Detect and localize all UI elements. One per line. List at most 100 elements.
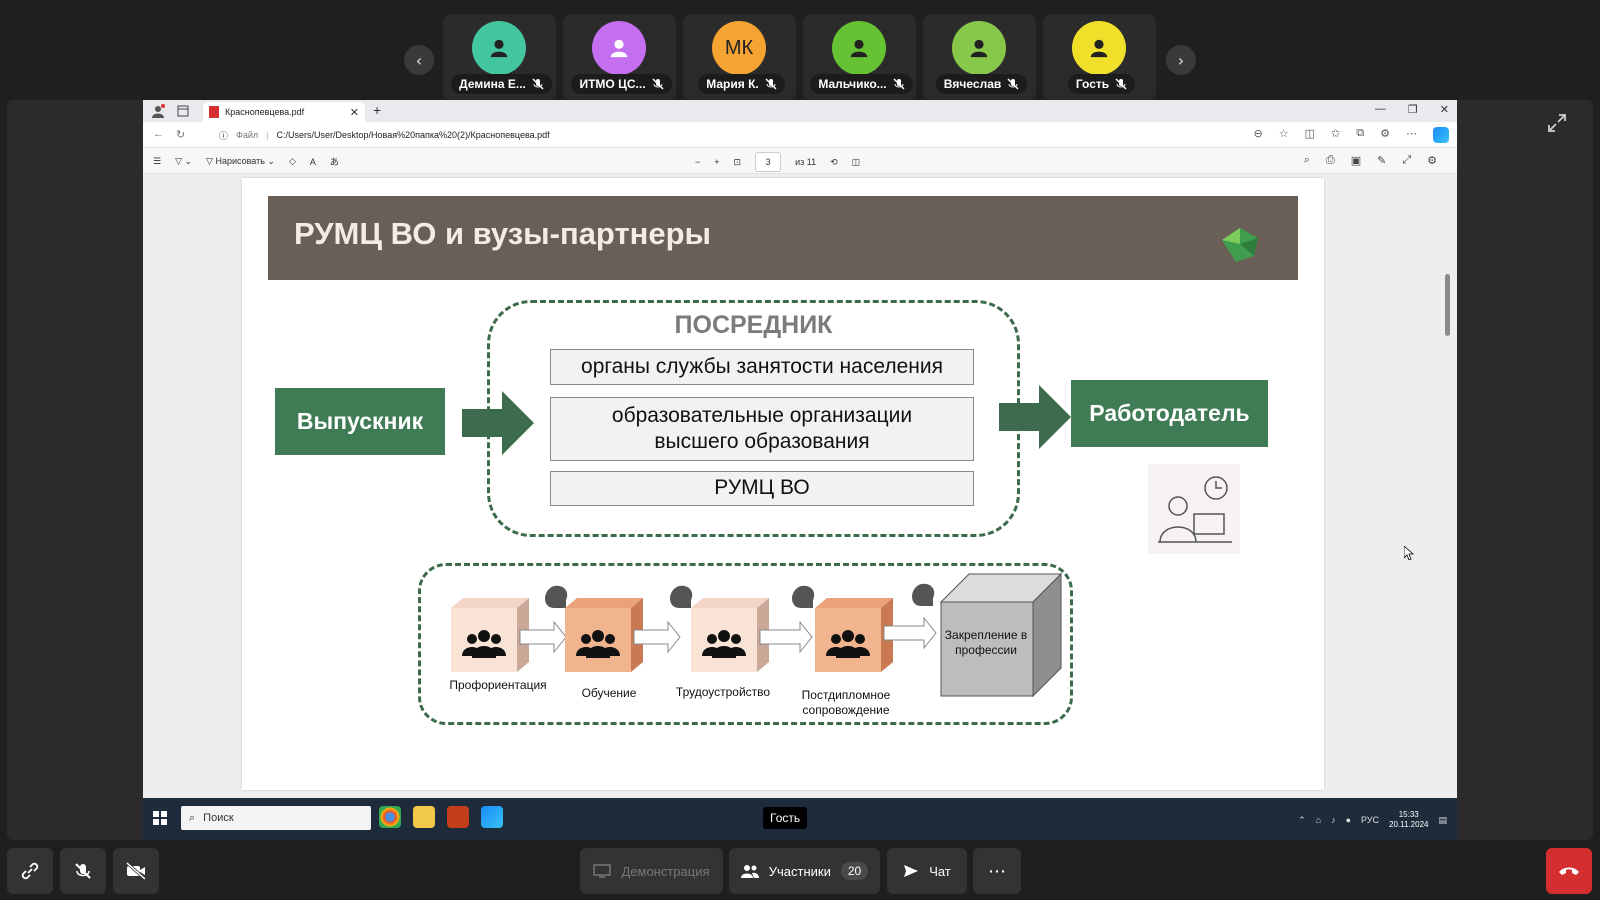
phone-hangup-icon <box>1559 867 1579 875</box>
fullscreen-pdf-icon[interactable]: ⤢ <box>1402 154 1411 167</box>
page-view-icon[interactable]: ◫ <box>852 157 861 168</box>
page-number-input[interactable]: 3 <box>755 152 782 172</box>
settings-icon[interactable]: ⚙ <box>1427 154 1437 167</box>
clock-time: 15:33 <box>1398 810 1419 819</box>
fit-page-icon[interactable]: ⊡ <box>734 157 742 168</box>
mute-button[interactable] <box>60 848 106 894</box>
participant-tile[interactable]: Вячеслав <box>923 14 1036 100</box>
participant-name: Вячеслав <box>943 77 1002 91</box>
participant-tile[interactable]: Гость <box>1043 14 1156 100</box>
person-icon <box>610 39 628 58</box>
page-total: из 11 <box>795 157 817 167</box>
info-icon[interactable]: ⓘ <box>219 129 228 142</box>
minimize-button[interactable]: — <box>1375 103 1386 116</box>
notifications-icon[interactable]: ▤ <box>1438 815 1447 826</box>
mic-off-icon <box>532 78 544 90</box>
mediator-item: образовательные организации высшего обра… <box>550 397 974 461</box>
participant-tile[interactable]: МК Мария К. <box>683 14 796 100</box>
step-label: Профориентация <box>449 678 547 692</box>
url-field[interactable]: ⓘ Файл | C:/Users/User/Desktop/Новая%20п… <box>213 126 1343 144</box>
language-indicator[interactable]: РУС <box>1361 815 1379 825</box>
mediator-group: ПОСРЕДНИК органы службы занятости населе… <box>487 300 1020 537</box>
eraser-icon[interactable]: ◇ <box>289 156 296 167</box>
presenter-label: Гость <box>763 807 808 829</box>
url-scheme-label: Файл <box>236 130 259 140</box>
taskbar-search[interactable]: ⌕ Поиск <box>181 806 371 830</box>
copilot-icon[interactable] <box>1433 127 1449 143</box>
next-participants-button[interactable]: › <box>1166 45 1196 75</box>
collections-icon[interactable]: ⧉ <box>1356 127 1364 143</box>
camera-button[interactable] <box>113 848 159 894</box>
chat-label: Чат <box>929 863 951 879</box>
copy-link-button[interactable] <box>7 848 53 894</box>
translate-icon[interactable]: あ <box>330 155 339 168</box>
zoom-icon[interactable]: ⊖ <box>1254 127 1263 143</box>
print-icon[interactable]: ⎙ <box>1326 154 1335 167</box>
edge-icon[interactable] <box>481 806 503 828</box>
back-icon[interactable]: ← <box>153 128 164 141</box>
participant-tile[interactable]: Демина Е... <box>443 14 556 100</box>
chat-button[interactable]: Чат <box>887 848 967 894</box>
person-icon <box>970 39 988 58</box>
maximize-button[interactable]: ❐ <box>1408 103 1418 116</box>
participant-tile[interactable]: Мальчико... <box>803 14 916 100</box>
tab-pdf[interactable]: Краснопевцева.pdf ✕ <box>203 102 365 122</box>
close-window-button[interactable]: ✕ <box>1440 103 1449 116</box>
pdf-viewer[interactable]: РУМЦ ВО и вузы-партнеры Выпускник ПОСРЕД… <box>143 174 1457 798</box>
close-tab-icon[interactable]: ✕ <box>350 106 359 119</box>
windows-taskbar: ⌕ Поиск Гость ⌃ ⌂ ♪ ● РУС 15:33 20.11.20… <box>143 798 1457 840</box>
fullscreen-icon[interactable] <box>1545 111 1569 135</box>
employee-at-desk-icon <box>1148 464 1240 554</box>
avatar: МК <box>712 21 766 75</box>
search-icon[interactable]: ⌕ <box>1304 154 1310 167</box>
participants-strip: ‹ Демина Е... ИТМО ЦС... МК Мария К. Мал… <box>0 7 1600 100</box>
volume-icon[interactable]: ♪ <box>1331 815 1336 825</box>
step-label: Постдипломное сопровождение <box>801 688 891 717</box>
file-explorer-icon[interactable] <box>413 806 435 828</box>
more-options-button[interactable]: ⋯ <box>973 848 1021 894</box>
gem-logo-icon <box>1222 228 1258 262</box>
participant-tile[interactable]: ИТМО ЦС... <box>563 14 676 100</box>
avatar <box>952 21 1006 75</box>
reload-icon[interactable]: ↻ <box>176 128 185 141</box>
draw-tool[interactable]: ▽ Нарисовать ⌄ <box>206 156 275 167</box>
new-tab-button[interactable]: + <box>373 102 381 118</box>
slide-header: РУМЦ ВО и вузы-партнеры <box>268 196 1298 280</box>
extensions-icon[interactable]: ⚙ <box>1380 127 1390 143</box>
highlight-icon[interactable]: ▽ ⌄ <box>175 156 192 167</box>
rotate-icon[interactable]: ⟲ <box>830 157 838 168</box>
person-icon <box>1090 39 1108 58</box>
scrollbar-thumb[interactable] <box>1445 274 1450 336</box>
tab-bar: Краснопевцева.pdf ✕ + — ❐ ✕ <box>143 100 1457 122</box>
video-conference-window: ‹ Демина Е... ИТМО ЦС... МК Мария К. Мал… <box>0 0 1600 900</box>
zoom-out-icon[interactable]: − <box>695 157 700 167</box>
powerpoint-icon[interactable] <box>447 806 469 828</box>
favorite-icon[interactable]: ☆ <box>1279 127 1289 143</box>
contents-icon[interactable]: ☰ <box>153 156 161 167</box>
network-icon[interactable]: ⌂ <box>1316 815 1321 825</box>
clock[interactable]: 15:33 20.11.2024 <box>1389 810 1428 831</box>
favorites-icon[interactable]: ✩ <box>1331 127 1340 143</box>
participant-name: Мальчико... <box>818 77 887 91</box>
draw-label: Нарисовать <box>215 156 265 166</box>
read-aloud-icon[interactable]: A <box>310 157 316 167</box>
save-icon[interactable]: ▣ <box>1351 154 1361 167</box>
mic-off-icon <box>765 78 777 90</box>
mic-icon[interactable]: ● <box>1346 815 1351 825</box>
screen-share-button[interactable]: Демонстрация <box>580 848 723 894</box>
person-icon <box>850 39 868 58</box>
tray-chevron-icon[interactable]: ⌃ <box>1298 815 1306 826</box>
profile-icon[interactable] <box>151 104 165 118</box>
more-icon[interactable]: ⋯ <box>1406 127 1417 143</box>
split-screen-icon[interactable]: ◫ <box>1305 127 1315 143</box>
pdf-toolbar: ☰ ▽ ⌄ ▽ Нарисовать ⌄ ◇ A あ − + ⊡ 3 из 11… <box>143 148 1457 174</box>
zoom-in-icon[interactable]: + <box>714 157 719 167</box>
chrome-icon[interactable] <box>379 806 401 828</box>
save-as-icon[interactable]: ✎ <box>1377 154 1386 167</box>
hang-up-button[interactable] <box>1546 848 1592 894</box>
screen-share-icon <box>593 864 612 878</box>
windows-start-icon[interactable] <box>153 811 167 825</box>
tab-actions-icon[interactable] <box>177 105 189 117</box>
previous-participants-button[interactable]: ‹ <box>404 45 434 75</box>
participants-button[interactable]: Участники 20 <box>729 848 880 894</box>
